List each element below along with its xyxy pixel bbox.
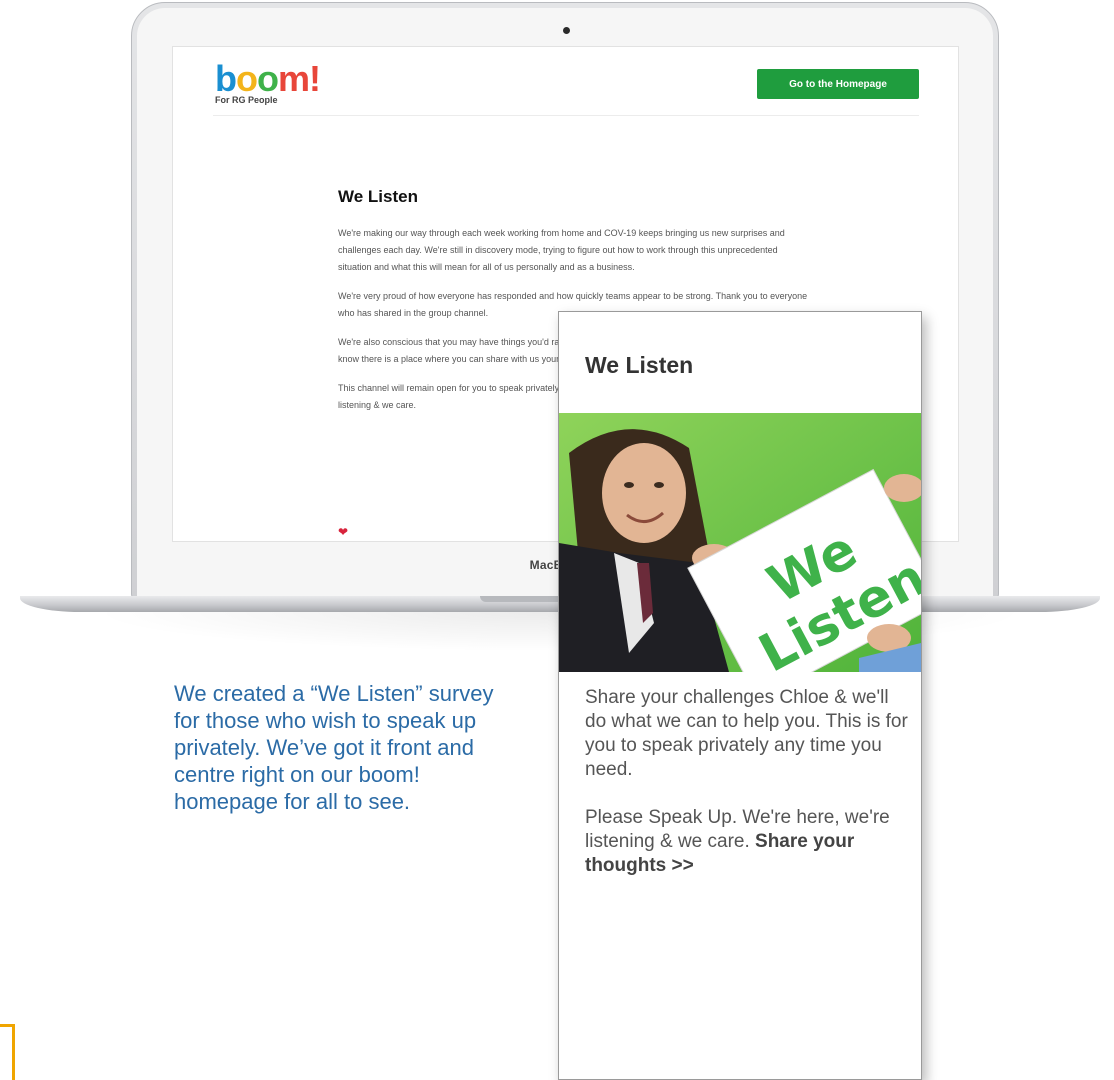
card-paragraph: Share your challenges Chloe & we'll do w…	[585, 687, 908, 780]
go-to-homepage-button[interactable]: Go to the Homepage	[757, 69, 919, 99]
site-header: boom! For RG People Go to the Homepage	[213, 59, 919, 116]
article-title: We Listen	[338, 187, 418, 206]
boom-logo[interactable]: boom! For RG People	[215, 58, 321, 106]
card-body: Share your challenges Chloe & we'll do w…	[585, 686, 910, 902]
card-paragraph-2: Please Speak Up. We're here, we're liste…	[585, 806, 910, 878]
we-listen-card: We Listen We Listen Share your challenge…	[558, 311, 922, 1080]
decorative-bracket	[0, 1024, 15, 1080]
laptop-brand-label: MacBook	[529, 558, 585, 572]
we-listen-photo: We Listen	[559, 413, 921, 672]
heart-icon: ❤	[338, 525, 349, 539]
article-paragraph: We're making our way through each week w…	[338, 228, 785, 272]
we-listen-illustration: We Listen	[559, 413, 921, 672]
caption-text: We created a “We Listen” survey for thos…	[174, 681, 494, 814]
card-title: We Listen	[585, 352, 694, 378]
logo-wordmark: boom!	[215, 58, 321, 99]
camera-dot	[563, 27, 570, 34]
